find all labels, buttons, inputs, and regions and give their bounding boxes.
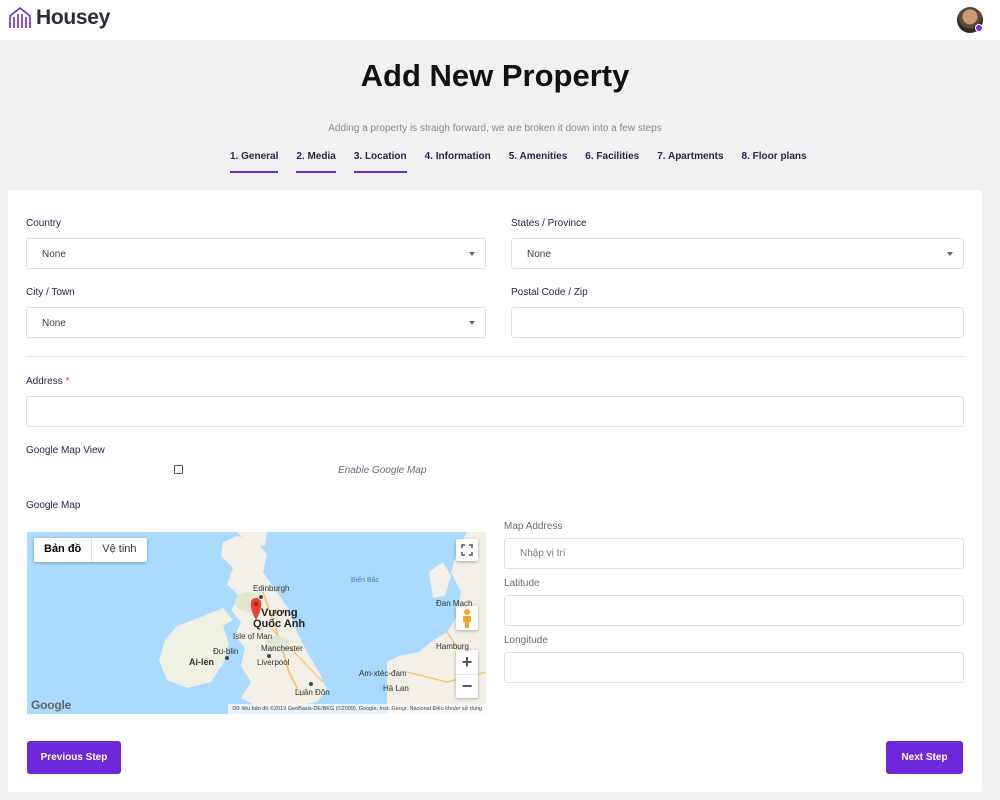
tab-facilities[interactable]: 6. Facilities: [585, 151, 639, 173]
map-address-input[interactable]: Nhập vị trí: [504, 538, 964, 569]
map-label-ailen: Ai-len: [189, 657, 215, 667]
country-select[interactable]: None: [26, 238, 486, 269]
address-label: Address *: [26, 376, 69, 387]
map-attribution: Dữ liệu bản đồ ©2019 GeoBasis-DE/BKG (©2…: [228, 704, 486, 714]
postal-input[interactable]: [511, 307, 964, 338]
map-label-quoc-anh: Quốc Anh: [253, 618, 306, 630]
next-step-button[interactable]: Next Step: [886, 741, 963, 774]
zoom-control: + −: [456, 650, 478, 698]
map-type-map[interactable]: Bản đồ: [34, 538, 93, 562]
map-label-halan: Hà Lan: [383, 684, 409, 693]
zoom-out-button[interactable]: −: [456, 674, 478, 698]
longitude-label: Longitude: [504, 635, 548, 646]
required-mark: *: [65, 376, 70, 387]
tab-apartments[interactable]: 7. Apartments: [657, 151, 723, 173]
enable-map-checkbox[interactable]: [174, 465, 183, 474]
map-label-manchester: Manchester: [261, 644, 303, 653]
address-label-text: Address: [26, 376, 63, 387]
state-label: States / Province: [511, 218, 587, 229]
chevron-down-icon: [469, 321, 475, 325]
page-subtitle: Adding a property is straigh forward, we…: [328, 123, 662, 134]
state-value: None: [527, 249, 551, 260]
map-type-control: Bản đồ Vệ tinh: [34, 538, 147, 562]
chevron-down-icon: [947, 252, 953, 256]
map-address-placeholder: Nhập vị trí: [520, 548, 566, 559]
google-logo-text: Google: [31, 698, 72, 712]
map-type-satellite[interactable]: Vệ tinh: [92, 538, 146, 562]
zoom-in-button[interactable]: +: [456, 650, 478, 674]
city-label: City / Town: [26, 287, 75, 298]
map-label-luan-don: Luân Đôn: [295, 688, 330, 697]
street-view-pegman-icon[interactable]: [456, 606, 478, 630]
city-value: None: [42, 318, 66, 329]
google-map[interactable]: Bản đồ Vệ tinh + − Edinburgh Biển Bắc Vư…: [27, 532, 486, 714]
map-label-dublin: Đu-blin: [213, 647, 239, 656]
fullscreen-icon[interactable]: [456, 539, 478, 561]
google-logo: Google: [31, 698, 71, 712]
housey-logo-icon: [9, 6, 31, 28]
tab-location[interactable]: 3. Location: [353, 151, 407, 173]
map-label-bien-bac: Biển Bắc: [351, 577, 380, 584]
latitude-input[interactable]: [504, 595, 964, 626]
brand-logo[interactable]: Housey: [8, 6, 110, 30]
map-label-dan-mach: Đan Mạch: [436, 599, 473, 608]
map-label-isle-of-man: Isle of Man: [233, 632, 273, 641]
previous-step-button[interactable]: Previous Step: [27, 741, 121, 774]
chevron-down-icon: [469, 252, 475, 256]
country-value: None: [42, 249, 66, 260]
page-title: Add New Property: [360, 58, 630, 93]
brand-name: Housey: [36, 6, 111, 29]
city-select[interactable]: None: [26, 307, 486, 338]
tab-information[interactable]: 4. Information: [425, 151, 491, 173]
country-label: Country: [26, 218, 62, 229]
map-view-label: Google Map View: [26, 445, 105, 456]
longitude-input[interactable]: [504, 652, 964, 683]
tab-amenities[interactable]: 5. Amenities: [509, 151, 568, 173]
map-label-liverpool: Liverpool: [257, 658, 290, 667]
online-status-dot: [975, 24, 983, 32]
map-address-label: Map Address: [504, 521, 563, 532]
city-dot: [225, 656, 229, 660]
top-bar: Housey: [0, 0, 1000, 40]
city-dot: [309, 682, 313, 686]
map-label-edinburgh: Edinburgh: [253, 584, 290, 593]
step-tabs: 1. General 2. Media 3. Location 4. Infor…: [230, 151, 825, 173]
address-input[interactable]: [26, 396, 964, 427]
tab-general[interactable]: 1. General: [230, 151, 279, 173]
city-dot: [259, 595, 263, 599]
tab-media[interactable]: 2. Media: [296, 151, 337, 173]
state-select[interactable]: None: [511, 238, 964, 269]
map-label-hamburg: Hamburg: [436, 642, 469, 651]
enable-map-label: Enable Google Map: [338, 465, 427, 476]
postal-label: Postal Code / Zip: [511, 287, 588, 298]
section-divider: [26, 356, 964, 357]
latitude-label: Latitude: [504, 578, 540, 589]
tab-floor-plans[interactable]: 8. Floor plans: [742, 151, 807, 173]
map-label-amxtecdam: Am-xtéc-đam: [359, 669, 407, 678]
google-map-label: Google Map: [26, 500, 81, 511]
